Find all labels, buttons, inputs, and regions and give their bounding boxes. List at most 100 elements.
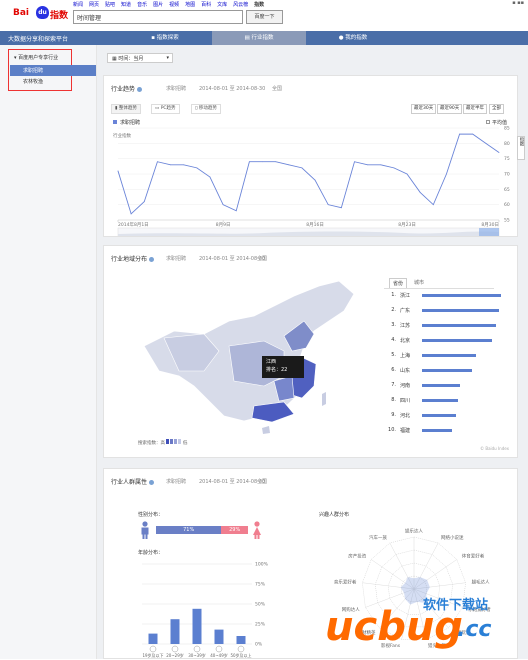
age-bar: [192, 608, 202, 644]
rank-panel: 省份 城市 1. 浙江 2. 广东 3. 江苏 4. 北京 5. 上海 6. 山东 7. 河南 8. 四川 9.…: [384, 278, 504, 448]
china-map[interactable]: [134, 276, 374, 441]
female-icon: [252, 521, 262, 539]
region-meta-region: 全国: [257, 256, 268, 262]
tab-label: 指数探索: [156, 35, 179, 41]
rank-name: 河南: [400, 383, 411, 389]
rank-bar: [422, 294, 502, 297]
scale-low-label: 低: [182, 441, 188, 446]
rank-name: 浙江: [400, 293, 411, 299]
y-tick-label: 70: [504, 172, 510, 178]
y-tick-label: 65: [504, 187, 510, 193]
rank-number: 8.: [391, 397, 396, 403]
tab-industry-index[interactable]: ▤ 行业指数: [212, 31, 306, 45]
rank-bar: [422, 324, 496, 327]
rank-name: 四川: [400, 398, 411, 404]
trend-point: [380, 164, 382, 166]
topnav-link[interactable]: 知道: [121, 1, 131, 8]
rank-bar: [422, 354, 476, 357]
rank-number: 2.: [391, 307, 396, 313]
header: Bai du 指数 新闻 网页 贴吧 知道 音乐 图片 视频 地图 百科 文库 风云榜 指数 ▪ ▪▪…: [0, 0, 528, 32]
female-share: 29%: [229, 527, 241, 533]
radar-label: 娱乐达人: [405, 528, 423, 535]
x-tick-label: 2014年8月1日: [118, 221, 149, 228]
trend-point: [498, 152, 500, 153]
topnav-link[interactable]: 地图: [185, 1, 195, 8]
sidebar-item-job[interactable]: 求职招聘: [10, 65, 96, 76]
map-credit: © Baidu Index: [480, 446, 509, 451]
rank-tab-line: [384, 288, 494, 289]
region-meta-date: 2014-08-01 至 2014-08-30: [199, 256, 266, 262]
age-bar: [214, 629, 224, 644]
top-right-links[interactable]: ▪ ▪▪: [512, 0, 524, 6]
tab-cities[interactable]: 城市: [411, 278, 427, 287]
trend-point: [432, 204, 434, 206]
age-y-tick: 100%: [255, 562, 269, 568]
rank-row[interactable]: 8. 四川: [384, 397, 504, 405]
sidebar-group-title[interactable]: ▾ 百度用户专享行业: [14, 54, 58, 61]
rank-row[interactable]: 3. 江苏: [384, 322, 504, 330]
face-icon: [215, 645, 223, 653]
trend-point: [406, 173, 408, 175]
radar-label: 网络小说迷: [441, 534, 464, 541]
time-select[interactable]: ▦ 时间：当月 ▾: [107, 53, 173, 63]
topnav-link[interactable]: 百科: [201, 1, 211, 8]
site-watermark: ucbug .cc 软件下载站: [325, 590, 525, 660]
search-button[interactable]: 百度一下: [246, 10, 283, 24]
rank-row[interactable]: 10. 福建: [384, 427, 504, 435]
y-tick-label: 80: [504, 141, 510, 147]
trend-point: [235, 210, 237, 212]
topnav-link[interactable]: 音乐: [137, 1, 147, 8]
topnav-link[interactable]: 图片: [153, 1, 163, 8]
crowd-meta-region: 全国: [257, 479, 268, 485]
age-chart: 100% 75% 50% 25% 0% 19岁及以下 20~29岁 30~39岁 40~49岁 5…: [142, 562, 269, 658]
rank-row[interactable]: 1. 浙江: [384, 292, 504, 300]
topnav-link[interactable]: 视频: [169, 1, 179, 8]
age-y-tick: 50%: [255, 602, 266, 608]
rank-bar: [422, 399, 458, 402]
age-title: 年龄分布：: [138, 550, 164, 556]
rank-name: 福建: [400, 428, 411, 434]
tab-my-index[interactable]: ● 我的指数: [306, 31, 400, 45]
trend-point: [222, 204, 224, 206]
tab-explore[interactable]: ▪ 指数探索: [118, 31, 212, 45]
trend-card: 行业趋势 求职招聘 2014-08-01 至 2014-08-30 全国 ▮ 整…: [103, 75, 525, 237]
tab-label: 行业指数: [251, 35, 274, 41]
help-icon[interactable]: [149, 257, 155, 262]
rank-row[interactable]: 2. 广东: [384, 307, 504, 315]
topnav-link[interactable]: 风云榜: [233, 1, 248, 8]
trend-point: [288, 164, 290, 166]
rank-name: 河北: [400, 413, 411, 419]
rank-name: 北京: [400, 338, 411, 344]
help-icon[interactable]: [149, 480, 155, 485]
y-tick-label: 55: [504, 218, 510, 224]
radar-label: 腿毛达人: [472, 579, 490, 586]
radar-label: 体育爱好者: [462, 553, 485, 560]
topnav-link[interactable]: 指数: [254, 1, 264, 8]
rank-row[interactable]: 7. 河南: [384, 382, 504, 390]
trend-point: [472, 133, 474, 135]
topnav-link[interactable]: 文库: [217, 1, 227, 8]
topnav-link[interactable]: 贴吧: [105, 1, 115, 8]
rank-row[interactable]: 9. 河北: [384, 412, 504, 420]
rank-number: 5.: [391, 352, 396, 358]
trend-point: [275, 161, 277, 163]
tooltip-rank: 排名：22: [266, 367, 288, 373]
topnav-link[interactable]: 网页: [89, 1, 99, 8]
map-tooltip: 江西 排名：22: [262, 356, 304, 378]
trend-point: [143, 201, 145, 202]
search-input[interactable]: [73, 10, 243, 24]
trend-point: [183, 164, 185, 166]
topnav-link[interactable]: 新闻: [73, 1, 83, 8]
baidu-index-logo[interactable]: Bai du 指数: [13, 4, 73, 24]
sidebar-item-agriculture[interactable]: 农林牧渔: [10, 76, 96, 87]
top-nav: 新闻 网页 贴吧 知道 音乐 图片 视频 地图 百科 文库 风云榜 指数: [73, 1, 264, 8]
trend-point: [301, 167, 303, 169]
trend-point: [248, 161, 250, 163]
rank-row[interactable]: 5. 上海: [384, 352, 504, 360]
chevron-down-icon: ▾: [166, 55, 169, 61]
rank-row[interactable]: 6. 山东: [384, 367, 504, 375]
trend-point: [117, 170, 119, 172]
main-nav: 大数据分享和探索平台 ▪ 指数探索 ▤ 行业指数 ● 我的指数: [0, 31, 528, 45]
rank-name: 山东: [400, 368, 411, 374]
rank-row[interactable]: 4. 北京: [384, 337, 504, 345]
